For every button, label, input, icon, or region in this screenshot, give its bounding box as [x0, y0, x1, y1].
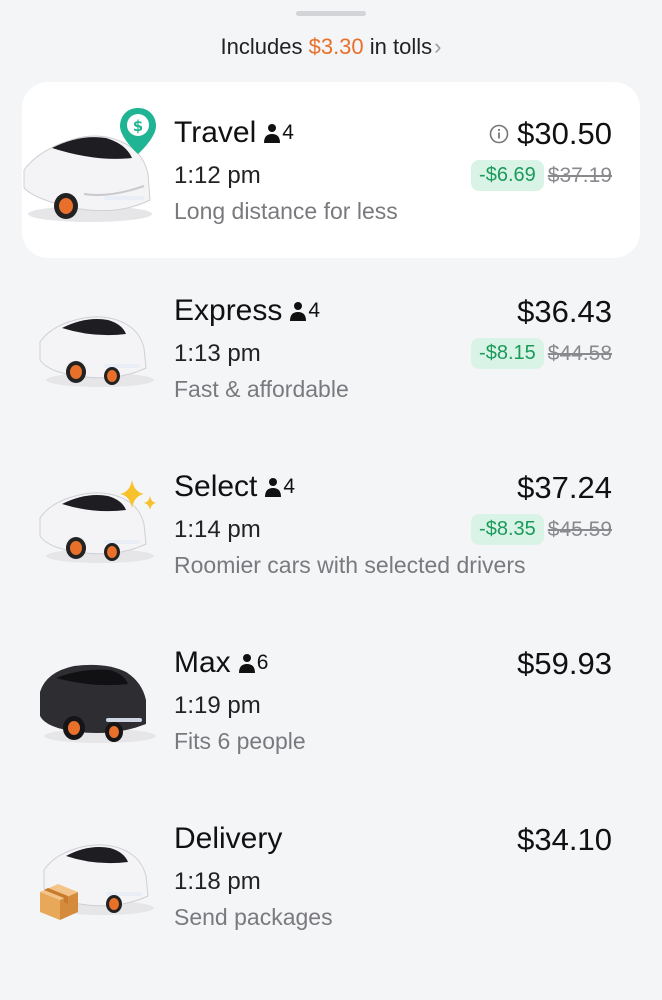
price: $37.24 [517, 470, 612, 505]
original-price: $37.19 [547, 163, 612, 187]
option-name: Delivery [174, 822, 283, 855]
tolls-notice[interactable]: Includes $3.30 in tolls› [0, 34, 662, 60]
ride-option-max[interactable]: Max 6 1:19 pm Fits 6 people $59.93 [22, 612, 640, 788]
seat-count: 6 [238, 651, 269, 675]
seat-count: 4 [290, 299, 320, 323]
price: $59.93 [517, 646, 612, 681]
info-icon[interactable] [489, 124, 509, 144]
seat-count-value: 6 [256, 651, 269, 674]
price: $30.50 [517, 116, 612, 151]
discount-badge: -$6.69 [471, 160, 544, 191]
person-icon [290, 302, 307, 321]
original-price: $44.58 [547, 341, 612, 365]
eta-time: 1:14 pm [174, 516, 261, 543]
original-price: $45.59 [547, 517, 612, 541]
discount-badge: -$8.15 [471, 338, 544, 369]
seat-count-value: 4 [308, 299, 321, 322]
seat-count-value: 4 [282, 121, 294, 144]
seat-count: 4 [265, 475, 295, 499]
black-suv-icon [22, 612, 172, 788]
discount-badge: -$8.35 [471, 514, 544, 545]
ride-options-sheet: Includes $3.30 in tolls› $ Travel 4 1:12… [0, 0, 662, 1000]
chevron-right-icon: › [434, 34, 442, 59]
price: $34.10 [517, 822, 612, 857]
tolls-suffix: in tolls [363, 34, 433, 59]
option-description: Roomier cars with selected drivers [174, 552, 526, 578]
ride-option-select[interactable]: Select 4 1:14 pm Roomier cars with selec… [22, 436, 640, 612]
seat-count: 4 [264, 121, 294, 145]
eta-time: 1:13 pm [174, 340, 261, 367]
price: $36.43 [517, 294, 612, 329]
eta-time: 1:12 pm [174, 162, 261, 189]
eta-time: 1:18 pm [174, 868, 261, 895]
svg-text:$: $ [133, 117, 143, 135]
ride-option-delivery[interactable]: Delivery 1:18 pm Send packages $34.10 [22, 788, 640, 964]
option-name: Travel [174, 116, 257, 149]
person-icon [238, 654, 255, 673]
dollar-location-pin-icon: $ [120, 108, 156, 154]
option-name: Max [174, 646, 231, 679]
option-description: Fits 6 people [174, 728, 306, 754]
person-icon [265, 478, 282, 497]
tolls-amount: $3.30 [308, 34, 364, 59]
ride-option-travel[interactable]: $ Travel 4 1:12 pm Long distance for les… [22, 82, 640, 258]
eta-time: 1:19 pm [174, 692, 261, 719]
option-description: Fast & affordable [174, 376, 349, 402]
white-sedan-icon [22, 260, 172, 436]
option-description: Send packages [174, 904, 333, 930]
white-sedan-icon [22, 788, 172, 964]
option-name: Select [174, 470, 258, 503]
ride-option-express[interactable]: Express 4 1:13 pm Fast & affordable $36.… [22, 260, 640, 436]
tolls-prefix: Includes [220, 34, 309, 59]
package-box-icon [40, 884, 78, 920]
white-sedan-icon: $ [22, 82, 172, 258]
person-icon [264, 124, 281, 143]
white-sedan-icon [22, 436, 172, 612]
drag-handle[interactable] [296, 11, 366, 16]
seat-count-value: 4 [283, 475, 296, 498]
option-description: Long distance for less [174, 198, 398, 224]
sparkle-icon [120, 480, 156, 510]
option-name: Express [174, 294, 283, 327]
